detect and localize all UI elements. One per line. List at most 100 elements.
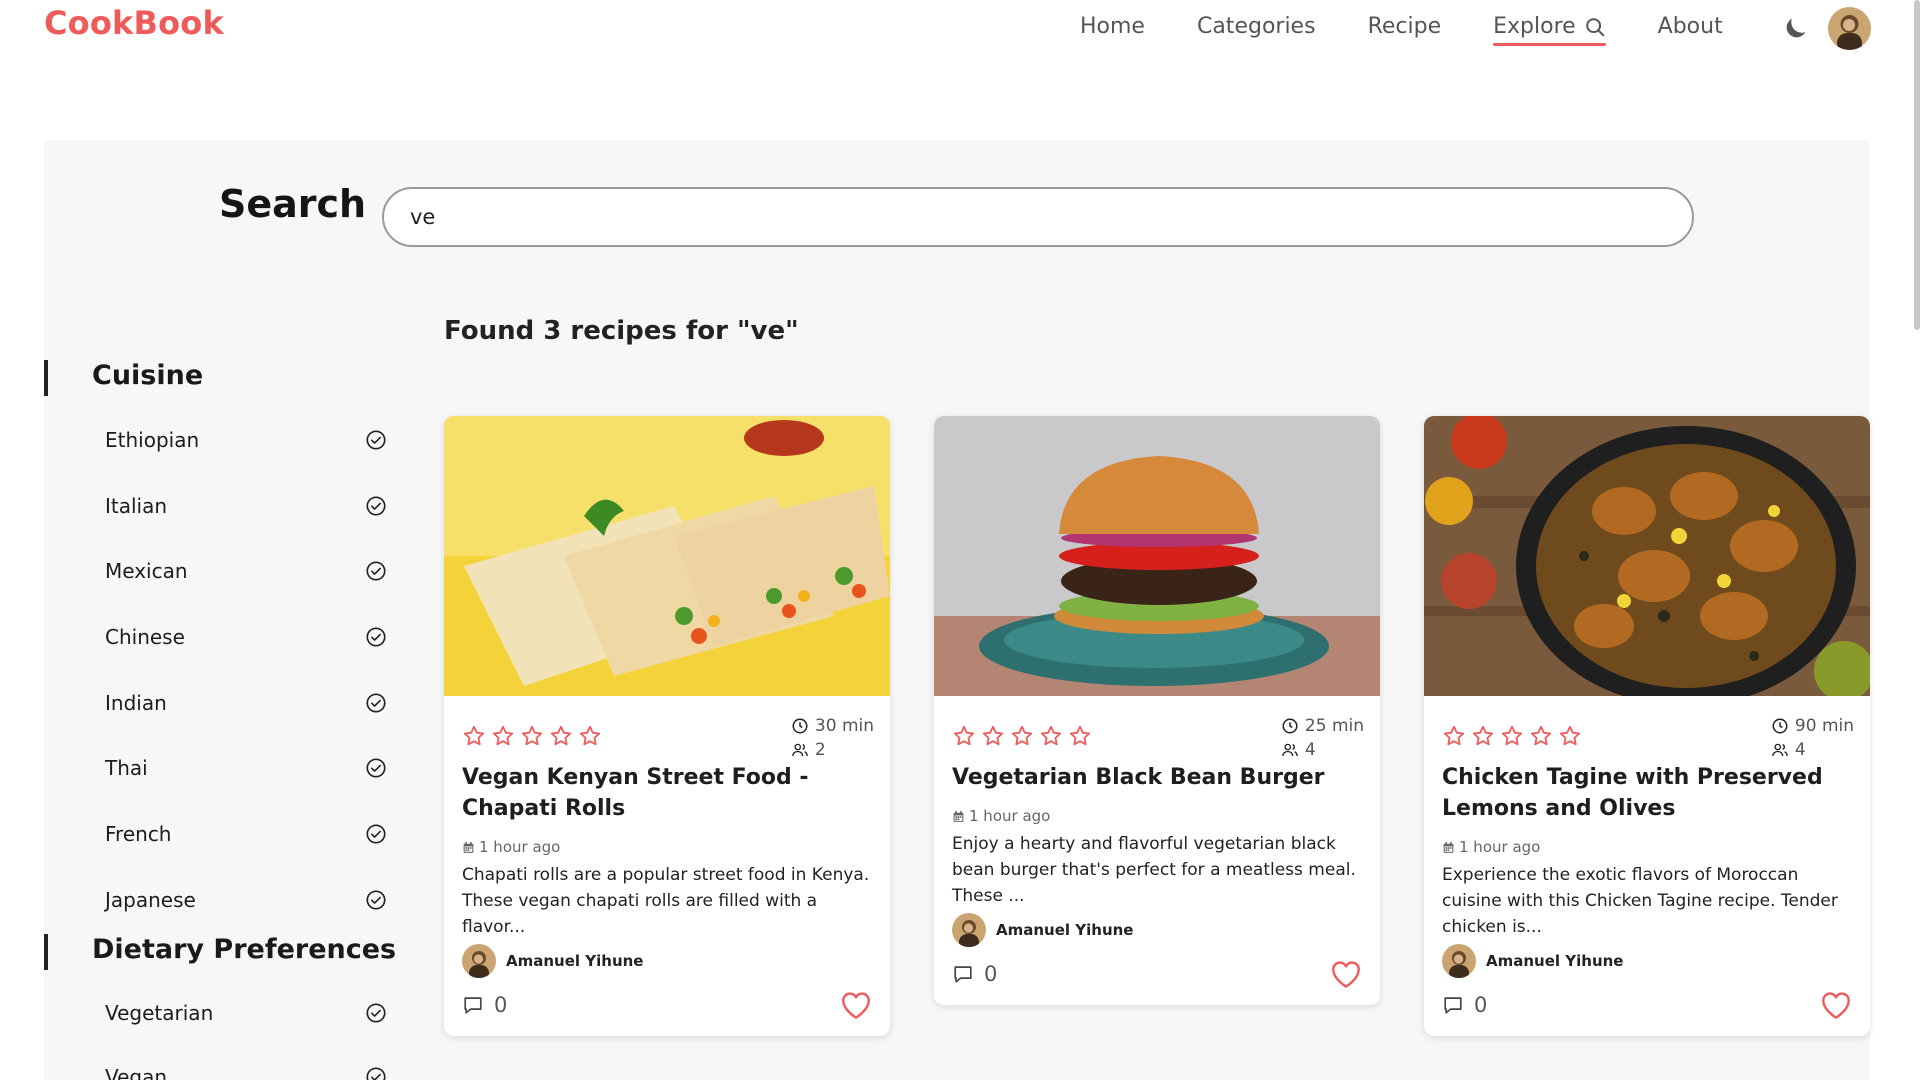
author[interactable]: Amanuel Yihune (462, 944, 872, 978)
cook-time: 90 min (1794, 716, 1854, 736)
recipe-description: Chapati rolls are a popular street food … (462, 865, 870, 937)
page-scrollbar[interactable] (1914, 0, 1920, 330)
heart-icon[interactable] (840, 990, 872, 1020)
cuisine-title: Cuisine (92, 360, 204, 391)
filter-label: Italian (105, 494, 168, 518)
top-navbar: CookBook Home Categories Recipe Explore … (0, 0, 1920, 330)
recipe-meta: 90 min 4 (1771, 714, 1854, 762)
heart-icon[interactable] (1820, 990, 1852, 1020)
star-icon[interactable] (578, 724, 602, 748)
nav-home[interactable]: Home (1080, 14, 1145, 39)
clock-icon (1282, 718, 1298, 734)
star-icon[interactable] (1471, 724, 1495, 748)
author-avatar[interactable] (462, 944, 496, 978)
recipe-image[interactable] (934, 416, 1380, 696)
filter-label: Indian (105, 691, 167, 715)
star-icon[interactable] (981, 724, 1005, 748)
clock-icon (1772, 718, 1788, 734)
star-icon[interactable] (520, 724, 544, 748)
filter-cuisine-french[interactable]: French (105, 819, 387, 849)
author[interactable]: Amanuel Yihune (952, 913, 1362, 947)
heart-icon[interactable] (1330, 959, 1362, 989)
check-circle-icon (366, 430, 386, 450)
recipe-image[interactable] (1424, 416, 1870, 696)
author-name[interactable]: Amanuel Yihune (1486, 952, 1623, 970)
check-circle-icon (366, 758, 386, 778)
star-icon[interactable] (1068, 724, 1092, 748)
nav-recipe[interactable]: Recipe (1368, 14, 1442, 39)
dark-mode-toggle-icon[interactable] (1782, 14, 1810, 42)
users-icon (1282, 743, 1298, 757)
servings: 4 (1794, 740, 1806, 760)
filter-label: Mexican (105, 559, 188, 583)
clock-icon (792, 718, 808, 734)
posted-time: 1 hour ago (462, 838, 872, 856)
recipe-card[interactable]: 25 min 4 Vegetarian Black Bean Burger 1 … (934, 416, 1380, 1005)
recipe-card[interactable]: 90 min 4 Chicken Tagine with Preserved L… (1424, 416, 1870, 1036)
author-name[interactable]: Amanuel Yihune (996, 921, 1133, 939)
star-icon[interactable] (1442, 724, 1466, 748)
nav-explore[interactable]: Explore (1493, 14, 1606, 46)
calendar-icon (463, 841, 474, 853)
check-circle-icon (366, 627, 386, 647)
comment-count: 0 (984, 962, 998, 986)
comment-count: 0 (1474, 993, 1488, 1017)
filter-cuisine-japanese[interactable]: Japanese (105, 885, 387, 915)
users-icon (1772, 743, 1788, 757)
calendar-icon (1443, 841, 1454, 853)
filter-cuisine-thai[interactable]: Thai (105, 753, 387, 783)
filter-cuisine-mexican[interactable]: Mexican (105, 556, 387, 586)
filter-diet-vegetarian[interactable]: Vegetarian (105, 998, 387, 1028)
star-icon[interactable] (491, 724, 515, 748)
filter-diet-vegan[interactable]: Vegan (105, 1062, 387, 1080)
recipe-description: Experience the exotic flavors of Morocca… (1442, 865, 1838, 937)
recipe-card[interactable]: 30 min 2 Vegan Kenyan Street Food - Chap… (444, 416, 890, 1036)
star-icon[interactable] (1039, 724, 1063, 748)
author-avatar[interactable] (1442, 944, 1476, 978)
servings: 2 (814, 740, 826, 760)
recipe-title[interactable]: Chicken Tagine with Preserved Lemons and… (1442, 762, 1852, 824)
filter-label: Vegan (105, 1065, 168, 1080)
search-input[interactable] (382, 187, 1694, 247)
author-avatar[interactable] (952, 913, 986, 947)
author-name[interactable]: Amanuel Yihune (506, 952, 643, 970)
filter-cuisine-ethiopian[interactable]: Ethiopian (105, 425, 387, 455)
posted-label: 1 hour ago (1459, 838, 1541, 856)
comments-button[interactable]: 0 (462, 993, 507, 1017)
star-icon[interactable] (1010, 724, 1034, 748)
comments-button[interactable]: 0 (1442, 993, 1487, 1017)
logo[interactable]: CookBook (44, 4, 224, 42)
dietary-section-marker (44, 934, 48, 970)
posted-time: 1 hour ago (1442, 838, 1852, 856)
star-icon[interactable] (1558, 724, 1582, 748)
check-circle-icon (366, 824, 386, 844)
recipe-image[interactable] (444, 416, 890, 696)
user-avatar[interactable] (1828, 7, 1871, 50)
star-icon[interactable] (1500, 724, 1524, 748)
comments-button[interactable]: 0 (952, 962, 997, 986)
filter-cuisine-italian[interactable]: Italian (105, 491, 387, 521)
posted-time: 1 hour ago (952, 807, 1362, 825)
star-icon[interactable] (952, 724, 976, 748)
star-icon[interactable] (462, 724, 486, 748)
filter-label: French (105, 822, 172, 846)
filter-cuisine-indian[interactable]: Indian (105, 688, 387, 718)
posted-label: 1 hour ago (969, 807, 1051, 825)
nav-categories[interactable]: Categories (1197, 14, 1316, 39)
author[interactable]: Amanuel Yihune (1442, 944, 1852, 978)
recipe-meta: 25 min 4 (1281, 714, 1364, 762)
recipe-title[interactable]: Vegan Kenyan Street Food - Chapati Rolls (462, 762, 872, 824)
cook-time: 25 min (1304, 716, 1364, 736)
nav-explore-label: Explore (1493, 14, 1576, 39)
recipe-title[interactable]: Vegetarian Black Bean Burger (952, 762, 1362, 793)
star-icon[interactable] (549, 724, 573, 748)
nav-about[interactable]: About (1658, 14, 1723, 39)
filter-cuisine-chinese[interactable]: Chinese (105, 622, 387, 652)
cook-time: 30 min (814, 716, 874, 736)
dietary-title: Dietary Preferences (92, 934, 397, 965)
posted-label: 1 hour ago (479, 838, 561, 856)
check-circle-icon (366, 496, 386, 516)
comment-icon (1444, 997, 1462, 1014)
check-circle-icon (366, 890, 386, 910)
star-icon[interactable] (1529, 724, 1553, 748)
